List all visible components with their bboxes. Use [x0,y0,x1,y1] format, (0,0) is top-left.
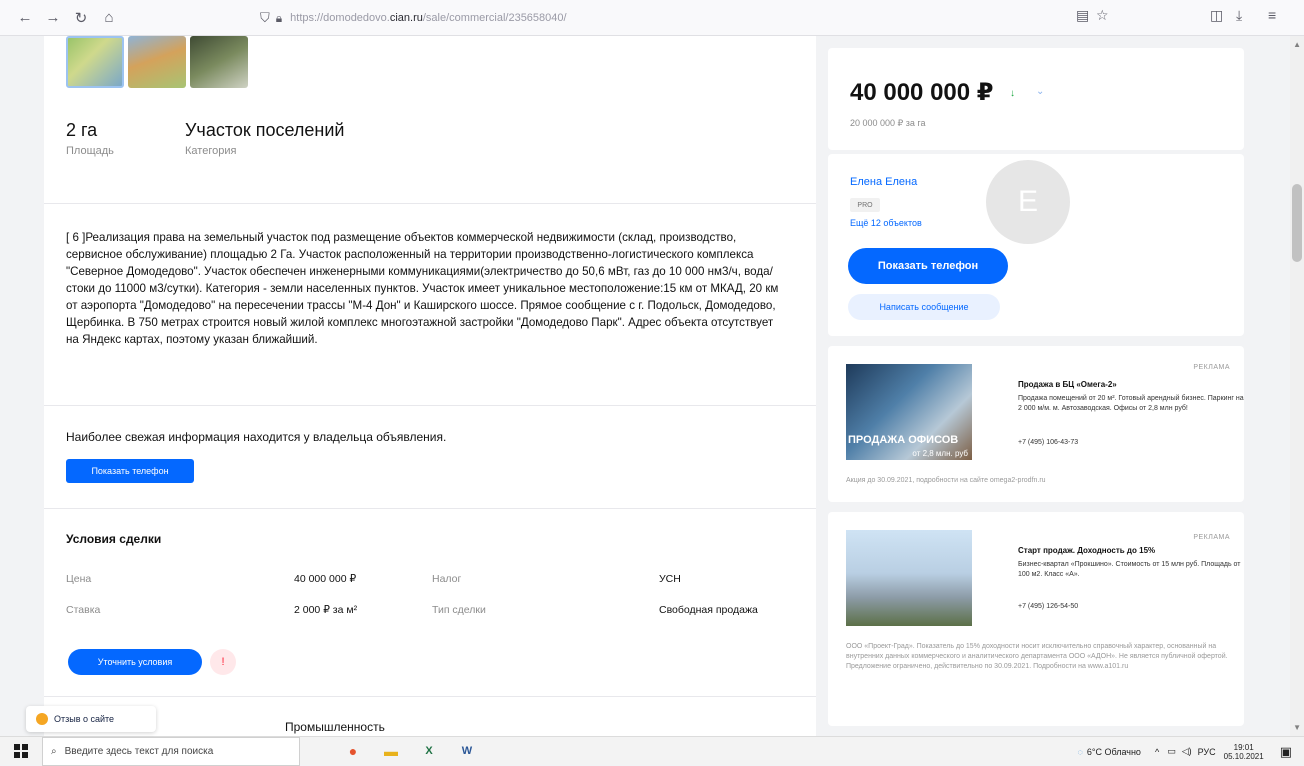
ad-title[interactable]: Старт продаж. Доходность до 15% [1018,546,1155,555]
feedback-icon [36,713,48,725]
volume-icon[interactable]: ◁) [1182,746,1192,757]
downloads-icon[interactable]: ⤓ [1236,7,1242,24]
ad-card[interactable]: РЕКЛАМА ПРОДАЖА ОФИСОВ от 2,8 млн. руб П… [828,346,1244,502]
ad-card[interactable]: РЕКЛАМА Старт продаж. Доходность до 15% … [828,512,1244,726]
weather-text[interactable]: 6°C Облачно [1087,747,1141,757]
area-value: 2 га [66,120,98,140]
forward-icon[interactable]: → [42,7,64,29]
category-stat: Участок поселений Категория [185,120,345,157]
photo-thumbnail[interactable] [128,36,186,88]
deal-rate-label: Ставка [66,604,101,616]
divider [44,696,816,697]
ad-image-subtext: от 2,8 млн. руб [912,449,968,458]
home-icon[interactable]: ⌂ [98,7,120,29]
deal-type-label: Тип сделки [432,604,486,616]
deal-type-value: Свободная продажа [659,604,758,616]
category-value: Участок поселений [185,120,345,140]
divider [44,405,816,406]
clarify-terms-button[interactable]: Уточнить условия [68,649,202,675]
photo-thumbnail[interactable] [66,36,124,88]
clock[interactable]: 19:01 05.10.2021 [1224,743,1264,761]
divider [44,203,816,204]
notifications-icon[interactable]: ▣ [1280,744,1292,760]
weather-icon[interactable]: ◌ [1078,747,1083,757]
word-icon[interactable]: W [454,741,480,761]
ad-footer: Акция до 30.09.2021, подробности на сайт… [846,477,1046,484]
ad-image[interactable]: ПРОДАЖА ОФИСОВ от 2,8 млн. руб [846,364,972,460]
warning-icon[interactable]: ! [210,649,236,675]
area-stat: 2 га Площадь [66,120,114,157]
price-per-unit: 20 000 000 ₽ за га [850,118,926,128]
price-down-icon[interactable]: ↓ [1010,88,1015,99]
back-icon[interactable]: ← [14,7,36,29]
pro-badge: PRO [850,198,880,212]
area-label: Площадь [66,145,114,157]
feedback-label: Отзыв о сайте [54,714,115,724]
fresh-info-text: Наиболее свежая информация находится у в… [66,430,447,444]
clock-time: 19:01 [1233,742,1254,752]
search-icon: ⌕ [51,745,57,757]
feedback-button[interactable]: Отзыв о сайте [26,706,156,732]
photo-thumbnails [66,36,248,88]
language-indicator[interactable]: РУС [1198,747,1216,757]
deal-rate-value: 2 000 ₽ за м² [294,604,358,616]
address-bar[interactable]: ⛉ 🔒︎ https://domodedovo.cian.ru/sale/com… [260,7,1020,29]
lock-icon[interactable]: 🔒︎ [276,11,282,26]
ad-footer: ООО «Проект-Град». Показатель до 15% дох… [846,643,1228,670]
shield-icon[interactable]: ⛉ [260,10,270,26]
file-explorer-icon[interactable]: ▬ [378,741,404,761]
ad-phone: +7 (495) 126-54-50 [1018,603,1079,610]
ad-text: Бизнес-квартал «Прокшино». Стоимость от … [1018,561,1241,578]
firefox-icon[interactable]: ● [340,741,366,761]
deal-terms-title: Условия сделки [66,532,162,546]
ad-image[interactable] [846,530,972,626]
tray-chevron-icon[interactable]: ^ [1155,747,1159,757]
deal-tax-value: УСН [659,573,681,585]
menu-icon[interactable]: ≡ [1268,7,1276,23]
browser-toolbar: ← → ↻ ⌂ ⛉ 🔒︎ https://domodedovo.cian.ru/… [0,0,1304,36]
show-phone-button[interactable]: Показать телефон [848,248,1008,284]
price-card: 40 000 000 ₽ ↓ ⌄ 20 000 000 ₽ за га [828,48,1244,150]
clock-date: 05.10.2021 [1223,751,1264,761]
avatar: E [986,160,1070,244]
taskbar: ⌕ Введите здесь текст для поиска ● ▬ X W… [0,736,1304,766]
page-scrollbar[interactable]: ▲ ▼ [1290,36,1304,736]
network-icon[interactable]: ▭ [1167,746,1176,757]
scroll-down-icon[interactable]: ▼ [1293,723,1301,732]
ad-image-text: ПРОДАЖА ОФИСОВ [848,434,959,446]
ad-label: РЕКЛАМА [1193,364,1230,371]
system-tray: ◌ 6°C Облачно ^ ▭ ◁) РУС 19:01 05.10.202… [1078,737,1293,766]
scrollbar-thumb[interactable] [1292,184,1302,262]
agent-name-link[interactable]: Елена Елена [850,176,917,188]
divider [44,508,816,509]
ad-label: РЕКЛАМА [1193,534,1230,541]
listing-main: 2 га Площадь Участок поселений Категория… [44,36,816,736]
photo-thumbnail[interactable] [190,36,248,88]
category-label: Категория [185,145,237,157]
listing-description: [ 6 ]Реализация права на земельный участ… [66,231,779,346]
taskbar-search-placeholder: Введите здесь текст для поиска [64,745,214,757]
bookmark-star-icon[interactable]: ☆ [1096,7,1109,24]
reload-icon[interactable]: ↻ [70,7,92,29]
agent-card: Елена Елена PRO Ещё 12 объектов E Показа… [828,154,1244,336]
price-value: 40 000 000 ₽ [850,79,994,106]
pocket-icon[interactable]: ◫ [1210,7,1223,24]
deal-price-value: 40 000 000 ₽ [294,573,357,585]
windows-start-icon[interactable] [14,744,28,758]
ad-text: Продажа помещений от 20 м². Готовый арен… [1018,395,1244,412]
chevron-down-icon[interactable]: ⌄ [1036,86,1044,97]
reader-icon[interactable]: ▤ [1076,7,1089,24]
write-message-button[interactable]: Написать сообщение [848,294,1000,320]
url-text: https://domodedovo.cian.ru/sale/commerci… [290,12,567,24]
ad-phone: +7 (495) 106-43-73 [1018,439,1079,446]
excel-icon[interactable]: X [416,741,442,761]
deal-price-label: Цена [66,573,92,585]
deal-tax-label: Налог [432,573,462,585]
industry-label: Промышленность [285,720,385,734]
more-objects-link[interactable]: Ещё 12 объектов [850,218,922,228]
ad-title[interactable]: Продажа в БЦ «Омега-2» [1018,380,1117,389]
scroll-up-icon[interactable]: ▲ [1293,40,1301,49]
show-phone-button[interactable]: Показать телефон [66,459,194,483]
taskbar-search-input[interactable]: ⌕ Введите здесь текст для поиска [42,736,300,766]
